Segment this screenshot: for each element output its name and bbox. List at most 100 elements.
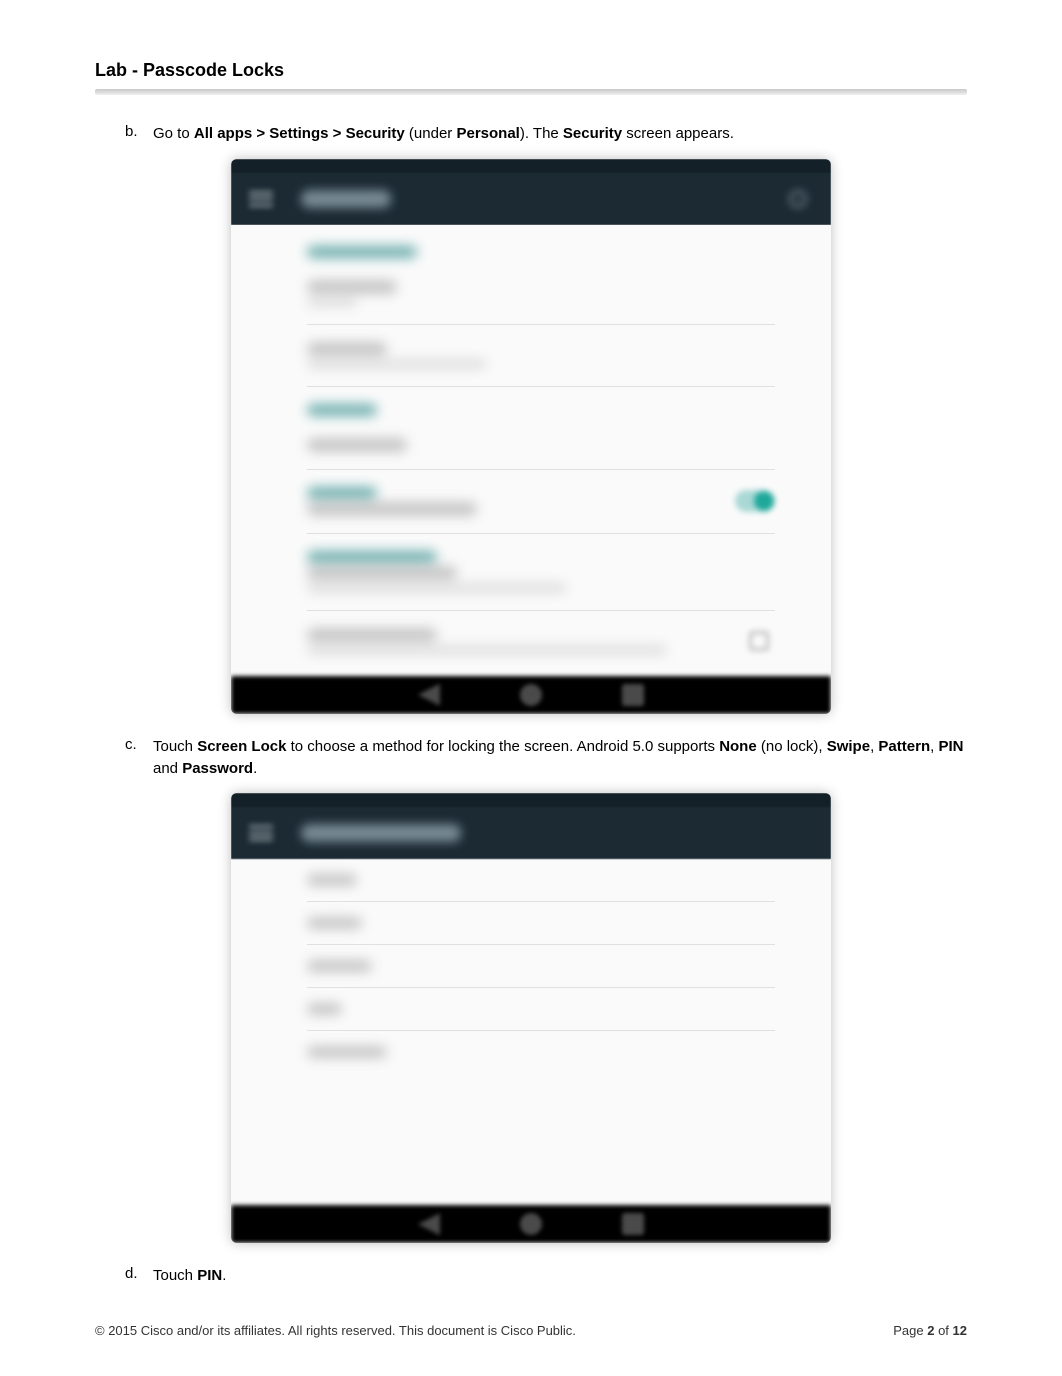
item-title	[307, 342, 387, 356]
item-sub	[307, 297, 357, 307]
option-label	[307, 874, 357, 886]
title-bar	[231, 173, 831, 225]
bold-swipe: Swipe	[827, 738, 870, 755]
divider	[307, 324, 775, 325]
header-rule	[95, 89, 967, 95]
text: (no lock),	[757, 738, 827, 755]
bold-password: Password	[182, 760, 253, 777]
list-item-device-admin[interactable]	[257, 540, 805, 604]
option-pattern[interactable]	[257, 951, 805, 981]
page-number: Page 2 of 12	[893, 1323, 967, 1338]
lock-options-list	[231, 859, 831, 1205]
item-title	[307, 566, 457, 580]
item-title	[307, 628, 437, 642]
copyright-text: © 2015 Cisco and/or its affiliates. All …	[95, 1323, 576, 1338]
step-b: b. Go to All apps > Settings > Security …	[125, 123, 967, 145]
section-label	[307, 246, 417, 258]
document-page: Lab - Passcode Locks b. Go to All apps >…	[0, 0, 1062, 1376]
option-password[interactable]	[257, 1037, 805, 1067]
text: .	[253, 760, 257, 777]
title-bar	[231, 807, 831, 859]
screenshot-chooselock	[231, 793, 831, 1243]
list-item-screen-lock[interactable]	[257, 269, 805, 318]
section-label	[307, 404, 377, 416]
bold-screen-lock: Screen Lock	[197, 738, 286, 755]
list-item-unknown-sources[interactable]	[257, 617, 805, 666]
step-letter: c.	[125, 736, 153, 753]
divider	[307, 901, 775, 902]
back-icon[interactable]	[418, 684, 440, 706]
list-item-owner-info[interactable]	[257, 331, 805, 380]
divider	[307, 533, 775, 534]
section-label	[307, 487, 377, 499]
text: (under	[405, 125, 457, 142]
page-total: 12	[953, 1323, 967, 1338]
screenshot-security	[231, 159, 831, 714]
back-arrow-icon[interactable]	[249, 825, 273, 841]
text: Touch	[153, 738, 197, 755]
option-label	[307, 960, 372, 972]
item-title	[307, 438, 407, 452]
menu-icon[interactable]	[249, 191, 273, 207]
item-title	[307, 502, 477, 516]
option-label	[307, 1003, 342, 1015]
text: to choose a method for locking the scree…	[286, 738, 719, 755]
nav-bar	[231, 1205, 831, 1243]
text: Touch	[153, 1267, 197, 1284]
page-label: Page	[893, 1323, 927, 1338]
home-icon[interactable]	[520, 1213, 542, 1235]
option-label	[307, 1046, 387, 1058]
toggle-switch[interactable]	[735, 490, 775, 512]
list-item-encrypt[interactable]	[257, 427, 805, 463]
step-body: Go to All apps > Settings > Security (un…	[153, 123, 967, 145]
page-of: of	[934, 1323, 952, 1338]
item-title	[307, 280, 397, 294]
screenshot-chooselock-wrap	[95, 793, 967, 1243]
option-swipe[interactable]	[257, 908, 805, 938]
section-label	[307, 551, 437, 563]
bold-pin: PIN	[197, 1267, 222, 1284]
item-sub	[307, 583, 567, 593]
text: .	[222, 1267, 226, 1284]
bold-pin: PIN	[938, 738, 963, 755]
divider	[307, 610, 775, 611]
option-none[interactable]	[257, 865, 805, 895]
item-sub	[307, 359, 487, 369]
security-list	[231, 225, 831, 676]
step-body: Touch PIN.	[153, 1265, 967, 1287]
divider	[307, 469, 775, 470]
recents-icon[interactable]	[622, 684, 644, 706]
checkbox[interactable]	[749, 631, 769, 651]
section-header	[257, 235, 805, 269]
item-sub	[307, 645, 667, 655]
step-letter: d.	[125, 1265, 153, 1282]
step-c: c. Touch Screen Lock to choose a method …	[125, 736, 967, 780]
divider	[307, 944, 775, 945]
screenshot-header	[231, 793, 831, 859]
divider	[307, 386, 775, 387]
step-letter: b.	[125, 123, 153, 140]
step-d: d. Touch PIN.	[125, 1265, 967, 1287]
breadcrumb: All apps > Settings > Security	[194, 125, 405, 142]
bold-pattern: Pattern	[878, 738, 930, 755]
text: screen appears.	[622, 125, 734, 142]
screenshot-security-wrap	[95, 159, 967, 714]
option-label	[307, 917, 362, 929]
back-icon[interactable]	[418, 1213, 440, 1235]
list-item-make-visible[interactable]	[257, 476, 805, 527]
recents-icon[interactable]	[622, 1213, 644, 1235]
section-header	[257, 393, 805, 427]
screen-title	[301, 190, 391, 208]
option-pin[interactable]	[257, 994, 805, 1024]
search-icon[interactable]	[789, 190, 807, 208]
bold-personal: Personal	[456, 125, 519, 142]
bold-security: Security	[563, 125, 622, 142]
step-body: Touch Screen Lock to choose a method for…	[153, 736, 967, 780]
home-icon[interactable]	[520, 684, 542, 706]
nav-bar	[231, 676, 831, 714]
text: Go to	[153, 125, 194, 142]
text: ). The	[520, 125, 563, 142]
status-bar	[231, 159, 831, 173]
screen-title	[301, 824, 461, 842]
bold-none: None	[719, 738, 757, 755]
